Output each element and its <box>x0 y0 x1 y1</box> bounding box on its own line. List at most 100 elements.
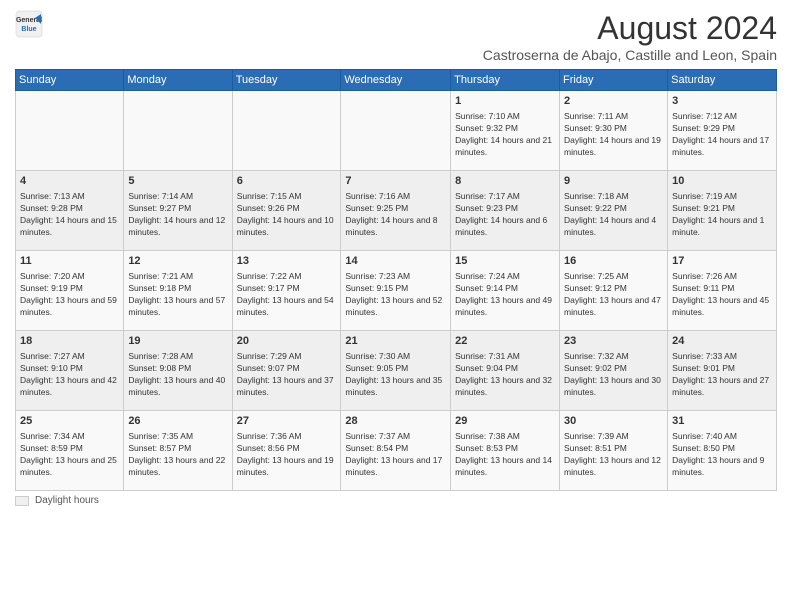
daylight-text: Daylight: 13 hours and 49 minutes. <box>455 295 555 319</box>
sunrise-text: Sunrise: 7:11 AM <box>564 111 663 123</box>
calendar-header-thursday: Thursday <box>451 70 560 91</box>
calendar-header-tuesday: Tuesday <box>232 70 341 91</box>
calendar-cell: 5Sunrise: 7:14 AMSunset: 9:27 PMDaylight… <box>124 171 232 251</box>
sunrise-text: Sunrise: 7:10 AM <box>455 111 555 123</box>
sunrise-text: Sunrise: 7:38 AM <box>455 431 555 443</box>
calendar-cell: 16Sunrise: 7:25 AMSunset: 9:12 PMDayligh… <box>560 251 668 331</box>
sunset-text: Sunset: 9:12 PM <box>564 283 663 295</box>
calendar-header-wednesday: Wednesday <box>341 70 451 91</box>
main-title: August 2024 <box>483 10 777 47</box>
calendar-cell: 29Sunrise: 7:38 AMSunset: 8:53 PMDayligh… <box>451 411 560 491</box>
day-number: 12 <box>128 254 227 269</box>
calendar-cell: 2Sunrise: 7:11 AMSunset: 9:30 PMDaylight… <box>560 91 668 171</box>
day-number: 6 <box>237 174 337 189</box>
daylight-text: Daylight: 14 hours and 19 minutes. <box>564 135 663 159</box>
sunset-text: Sunset: 8:53 PM <box>455 443 555 455</box>
daylight-text: Daylight: 14 hours and 10 minutes. <box>237 215 337 239</box>
daylight-text: Daylight: 13 hours and 22 minutes. <box>128 455 227 479</box>
sunset-text: Sunset: 9:30 PM <box>564 123 663 135</box>
day-number: 11 <box>20 254 119 269</box>
sunset-text: Sunset: 8:54 PM <box>345 443 446 455</box>
logo-icon: General Blue <box>15 10 43 43</box>
header: General Blue August 2024 Castroserna de … <box>15 10 777 63</box>
daylight-text: Daylight: 13 hours and 19 minutes. <box>237 455 337 479</box>
daylight-text: Daylight: 13 hours and 30 minutes. <box>564 375 663 399</box>
day-number: 29 <box>455 414 555 429</box>
calendar-cell: 13Sunrise: 7:22 AMSunset: 9:17 PMDayligh… <box>232 251 341 331</box>
sunrise-text: Sunrise: 7:37 AM <box>345 431 446 443</box>
daylight-text: Daylight: 13 hours and 17 minutes. <box>345 455 446 479</box>
daylight-text: Daylight: 13 hours and 47 minutes. <box>564 295 663 319</box>
day-number: 22 <box>455 334 555 349</box>
daylight-text: Daylight: 13 hours and 57 minutes. <box>128 295 227 319</box>
daylight-text: Daylight: 14 hours and 21 minutes. <box>455 135 555 159</box>
daylight-text: Daylight: 14 hours and 6 minutes. <box>455 215 555 239</box>
sunset-text: Sunset: 9:07 PM <box>237 363 337 375</box>
daylight-text: Daylight: 13 hours and 42 minutes. <box>20 375 119 399</box>
calendar-cell: 4Sunrise: 7:13 AMSunset: 9:28 PMDaylight… <box>16 171 124 251</box>
calendar-cell: 28Sunrise: 7:37 AMSunset: 8:54 PMDayligh… <box>341 411 451 491</box>
daylight-text: Daylight: 13 hours and 37 minutes. <box>237 375 337 399</box>
calendar-cell <box>124 91 232 171</box>
sunset-text: Sunset: 8:51 PM <box>564 443 663 455</box>
sunrise-text: Sunrise: 7:34 AM <box>20 431 119 443</box>
sunrise-text: Sunrise: 7:16 AM <box>345 191 446 203</box>
sunset-text: Sunset: 9:04 PM <box>455 363 555 375</box>
sunset-text: Sunset: 9:10 PM <box>20 363 119 375</box>
day-number: 4 <box>20 174 119 189</box>
day-number: 9 <box>564 174 663 189</box>
sunrise-text: Sunrise: 7:23 AM <box>345 271 446 283</box>
daylight-text: Daylight: 13 hours and 52 minutes. <box>345 295 446 319</box>
day-number: 31 <box>672 414 772 429</box>
calendar-header-row: SundayMondayTuesdayWednesdayThursdayFrid… <box>16 70 777 91</box>
calendar-header-sunday: Sunday <box>16 70 124 91</box>
sunrise-text: Sunrise: 7:22 AM <box>237 271 337 283</box>
calendar-cell <box>16 91 124 171</box>
daylight-text: Daylight: 14 hours and 17 minutes. <box>672 135 772 159</box>
calendar-cell: 14Sunrise: 7:23 AMSunset: 9:15 PMDayligh… <box>341 251 451 331</box>
sunset-text: Sunset: 9:27 PM <box>128 203 227 215</box>
sunset-text: Sunset: 9:22 PM <box>564 203 663 215</box>
calendar-cell: 10Sunrise: 7:19 AMSunset: 9:21 PMDayligh… <box>668 171 777 251</box>
sunrise-text: Sunrise: 7:30 AM <box>345 351 446 363</box>
day-number: 8 <box>455 174 555 189</box>
day-number: 13 <box>237 254 337 269</box>
calendar-week-row: 1Sunrise: 7:10 AMSunset: 9:32 PMDaylight… <box>16 91 777 171</box>
day-number: 15 <box>455 254 555 269</box>
day-number: 27 <box>237 414 337 429</box>
daylight-text: Daylight: 13 hours and 40 minutes. <box>128 375 227 399</box>
sunset-text: Sunset: 9:01 PM <box>672 363 772 375</box>
calendar-cell: 9Sunrise: 7:18 AMSunset: 9:22 PMDaylight… <box>560 171 668 251</box>
daylight-text: Daylight: 14 hours and 8 minutes. <box>345 215 446 239</box>
sunrise-text: Sunrise: 7:15 AM <box>237 191 337 203</box>
daylight-text: Daylight: 13 hours and 9 minutes. <box>672 455 772 479</box>
calendar-cell: 6 Sunrise: 7:15 AMSunset: 9:26 PMDaylight… <box>232 171 341 251</box>
calendar-cell: 26Sunrise: 7:35 AMSunset: 8:57 PMDayligh… <box>124 411 232 491</box>
calendar-cell: 17Sunrise: 7:26 AMSunset: 9:11 PMDayligh… <box>668 251 777 331</box>
calendar-cell <box>341 91 451 171</box>
legend-box <box>15 496 29 506</box>
day-number: 19 <box>128 334 227 349</box>
day-number: 10 <box>672 174 772 189</box>
sunset-text: Sunset: 9:14 PM <box>455 283 555 295</box>
calendar-week-row: 18Sunrise: 7:27 AMSunset: 9:10 PMDayligh… <box>16 331 777 411</box>
sunrise-text: Sunrise: 7:20 AM <box>20 271 119 283</box>
day-number: 18 <box>20 334 119 349</box>
day-number: 17 <box>672 254 772 269</box>
daylight-text: Daylight: 14 hours and 4 minutes. <box>564 215 663 239</box>
day-number: 3 <box>672 94 772 109</box>
daylight-text: Daylight: 13 hours and 27 minutes. <box>672 375 772 399</box>
sunset-text: Sunset: 8:56 PM <box>237 443 337 455</box>
calendar-table: SundayMondayTuesdayWednesdayThursdayFrid… <box>15 69 777 491</box>
sunrise-text: Sunrise: 7:35 AM <box>128 431 227 443</box>
daylight-text: Daylight: 13 hours and 25 minutes. <box>20 455 119 479</box>
calendar-cell: 18Sunrise: 7:27 AMSunset: 9:10 PMDayligh… <box>16 331 124 411</box>
logo: General Blue <box>15 10 43 43</box>
sunset-text: Sunset: 9:18 PM <box>128 283 227 295</box>
sunset-text: Sunset: 9:26 PM <box>237 203 337 215</box>
day-number: 7 <box>345 174 446 189</box>
sunset-text: Sunset: 9:11 PM <box>672 283 772 295</box>
calendar-week-row: 11Sunrise: 7:20 AMSunset: 9:19 PMDayligh… <box>16 251 777 331</box>
sunrise-text: Sunrise: 7:19 AM <box>672 191 772 203</box>
sunrise-text: Sunrise: 7:40 AM <box>672 431 772 443</box>
